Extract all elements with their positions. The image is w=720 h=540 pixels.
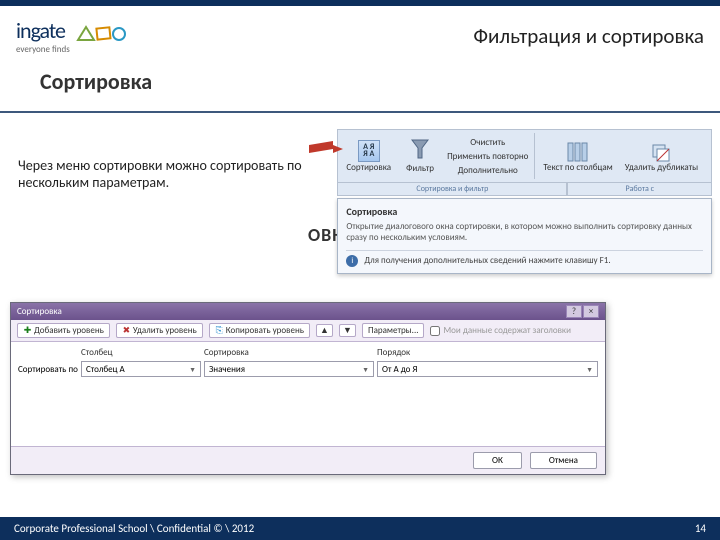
help-button[interactable]: ? bbox=[566, 305, 582, 318]
sort-button[interactable]: А ЯЯ А Сортировка bbox=[342, 138, 395, 175]
sort-on-select[interactable]: Значения▼ bbox=[204, 361, 374, 377]
add-level-button[interactable]: ✚Добавить уровень bbox=[17, 323, 110, 338]
separator bbox=[534, 133, 535, 179]
divider bbox=[0, 111, 720, 113]
info-icon: i bbox=[346, 255, 358, 267]
logo-text: ingate bbox=[16, 17, 65, 44]
sort-dialog: Сортировка ? × ✚Добавить уровень ✖Удалит… bbox=[10, 302, 606, 475]
footer-text: Corporate Professional School \ Confiden… bbox=[14, 522, 254, 535]
text-columns-icon bbox=[566, 141, 590, 163]
filter-button-label: Фильтр bbox=[406, 163, 434, 174]
chevron-up-icon: ▲ bbox=[320, 326, 329, 335]
column-header-col: Столбец bbox=[81, 347, 201, 358]
page-number: 14 bbox=[695, 522, 706, 535]
dialog-empty-area bbox=[11, 382, 605, 446]
tooltip-footer-text: Для получения дополнительных сведений на… bbox=[364, 255, 610, 266]
chevron-down-icon: ▼ bbox=[586, 365, 593, 374]
options-button[interactable]: Параметры... bbox=[362, 323, 425, 338]
remove-duplicates-button[interactable]: Удалить дубликаты bbox=[621, 139, 702, 174]
tooltip-body: Открытие диалогового окна сортировки, в … bbox=[346, 221, 703, 244]
move-up-button[interactable]: ▲ bbox=[316, 324, 333, 337]
copy-icon: ⎘ bbox=[215, 326, 224, 335]
logo-tagline: everyone finds bbox=[16, 44, 127, 55]
column-header-order: Порядок bbox=[377, 347, 598, 358]
advanced-button[interactable]: Дополнительно bbox=[445, 163, 530, 177]
ribbon-screenshot: А ЯЯ А Сортировка Фильтр Очистить Примен… bbox=[337, 129, 712, 196]
chevron-down-icon: ▼ bbox=[189, 365, 196, 374]
text-to-columns-label: Текст по столбцам bbox=[543, 163, 612, 172]
column-select[interactable]: Столбец A▼ bbox=[81, 361, 201, 377]
order-select[interactable]: От А до Я▼ bbox=[377, 361, 598, 377]
sort-button-label: Сортировка bbox=[346, 162, 391, 173]
delete-level-button[interactable]: ✖Удалить уровень bbox=[116, 323, 203, 338]
ribbon-group-label-sort-filter: Сортировка и фильтр bbox=[337, 183, 567, 196]
dialog-title: Сортировка bbox=[17, 306, 62, 317]
dialog-footer: ОК Отмена bbox=[11, 446, 605, 474]
page-title: Фильтрация и сортировка bbox=[473, 23, 704, 49]
sort-tooltip: Сортировка Открытие диалогового окна сор… bbox=[337, 198, 712, 274]
chevron-down-icon: ▼ bbox=[362, 365, 369, 374]
ribbon-bar: А ЯЯ А Сортировка Фильтр Очистить Примен… bbox=[337, 129, 712, 183]
copy-level-button[interactable]: ⎘Копировать уровень bbox=[209, 323, 310, 338]
text-to-columns-button[interactable]: Текст по столбцам bbox=[539, 139, 616, 174]
row-label: Сортировать по bbox=[18, 361, 78, 377]
chevron-down-icon: ▼ bbox=[343, 326, 352, 335]
cancel-button[interactable]: Отмена bbox=[530, 452, 597, 469]
logo-shapes-icon bbox=[75, 24, 127, 43]
filter-button[interactable]: Фильтр bbox=[399, 136, 441, 176]
checkbox-input[interactable] bbox=[430, 326, 440, 336]
close-button[interactable]: × bbox=[583, 305, 599, 318]
ok-button[interactable]: ОК bbox=[473, 452, 522, 469]
move-down-button[interactable]: ▼ bbox=[339, 324, 356, 337]
remove-duplicates-icon bbox=[649, 141, 673, 163]
x-icon: ✖ bbox=[122, 326, 131, 335]
column-header-sort: Сортировка bbox=[204, 347, 374, 358]
callout-arrow-icon bbox=[309, 139, 343, 164]
sort-row: Сортировать по Столбец A▼ Значения▼ От А… bbox=[18, 361, 598, 377]
plus-icon: ✚ bbox=[23, 326, 32, 335]
funnel-icon bbox=[410, 138, 430, 163]
filter-options-column: Очистить Применить повторно Дополнительн… bbox=[445, 135, 530, 177]
dialog-body: Столбец Сортировка Порядок Сортировать п… bbox=[11, 341, 605, 446]
tooltip-title: Сортировка bbox=[346, 205, 703, 218]
reapply-button[interactable]: Применить повторно bbox=[445, 149, 530, 163]
dialog-toolbar: ✚Добавить уровень ✖Удалить уровень ⎘Копи… bbox=[11, 320, 605, 341]
remove-duplicates-label: Удалить дубликаты bbox=[625, 163, 698, 172]
dialog-titlebar[interactable]: Сортировка ? × bbox=[11, 303, 605, 320]
headers-checkbox[interactable]: Мои данные содержат заголовки bbox=[430, 325, 570, 336]
ribbon-group-label-data: Работа с bbox=[567, 183, 712, 196]
section-title: Сортировка bbox=[40, 68, 720, 95]
clear-button[interactable]: Очистить bbox=[445, 135, 530, 149]
description-text: Через меню сортировки можно сортировать … bbox=[18, 157, 337, 191]
brand-logo: ingate everyone finds bbox=[16, 17, 127, 55]
slide-header: ingate everyone finds Фильтрация и сорти… bbox=[0, 6, 720, 66]
sort-icon: А ЯЯ А bbox=[358, 140, 380, 162]
slide-footer: Corporate Professional School \ Confiden… bbox=[0, 517, 720, 540]
